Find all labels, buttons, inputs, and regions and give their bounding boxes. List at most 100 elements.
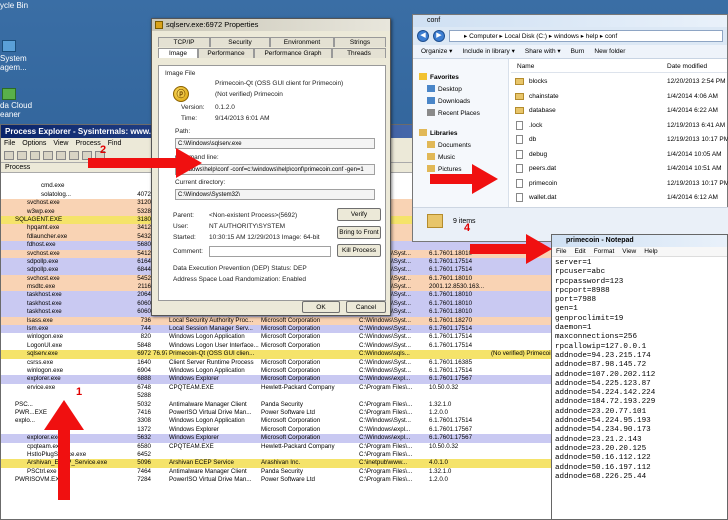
column-date-modified[interactable]: Date modified [667,61,707,73]
cell-company: Microsoft Corporation [261,333,321,341]
nav-downloads[interactable]: Downloads [427,97,470,105]
menu-view[interactable]: View [53,138,68,149]
notepad-menu-edit[interactable]: Edit [574,247,585,256]
table-row[interactable]: PWRISOVM.EXE 7284 PowerISO Virtual Drive M… [1,476,559,485]
table-row[interactable]: cpqteam.exe 6580 CPQTEAM.EXE Hewlett-Packar… [1,442,559,451]
cloud-cleaner-icon[interactable] [2,88,16,100]
cell-pid: 6888 [137,375,151,383]
share-with-button[interactable]: Share with ▾ [525,45,561,58]
command-line-field[interactable]: \windows\help\conf -conf=c:\windows\help… [175,164,375,175]
cell-version: 6.1.7601.18270 [429,316,473,324]
table-row[interactable]: 5288 [1,392,559,401]
refresh-icon[interactable] [17,151,27,160]
tab-tcpip[interactable]: TCP/IP [158,37,210,47]
cell-path: C:\Windows\Syst... [359,366,411,374]
nav-desktop[interactable]: Desktop [427,85,462,93]
nav-favorites[interactable]: Favorites [419,73,459,81]
tree-view-icon[interactable] [43,151,53,160]
options-icon[interactable] [56,151,66,160]
back-icon[interactable]: ◀ [417,30,429,42]
table-row[interactable]: LogonUI.exe 5848 Windows Logon User Interf… [1,341,559,351]
nav-recent-places[interactable]: Recent Places [427,109,480,117]
nav-libraries[interactable]: Libraries [419,129,457,137]
list-item[interactable]: chainstate 1/4/2014 4:06 AM [511,90,727,103]
list-item[interactable]: .lock 12/19/2013 6:41 AM [511,119,727,132]
list-item[interactable]: blocks 12/20/2013 2:54 PM [511,75,727,88]
table-row[interactable]: PWR...EXE 7416 PowerISO Virtual Drive Man.… [1,408,559,418]
cell-version: 6.1.7601.17514 [429,325,473,333]
tabs-row-2: Image Performance Performance Graph Thre… [158,48,386,58]
tab-environment[interactable]: Environment [270,37,334,47]
table-row[interactable]: explorer.exe 5632 Windows Explorer Microsof… [1,434,559,443]
notepad-text-area[interactable]: server=1 rpcuser=abc rpcpassword=123 rpcpor… [552,257,727,484]
burn-button[interactable]: Burn [571,45,585,58]
kill-process-icon[interactable] [69,151,79,160]
menu-process[interactable]: Process [75,138,100,149]
list-item[interactable]: db 12/19/2013 10:17 PM [511,133,728,146]
cell-version: 2001.12.8530.163... [429,283,485,291]
list-item[interactable]: peers.dat 1/4/2014 10:51 AM [511,162,727,175]
table-row[interactable]: lsass.exe 736 Local Security Authority Pro… [1,316,559,326]
nav-music[interactable]: Music [427,153,455,161]
desktop-label-cleaner[interactable]: eaner [0,110,20,119]
cancel-button[interactable]: Cancel [346,301,386,313]
list-item[interactable]: database 1/4/2014 6:22 AM [511,104,727,117]
new-folder-button[interactable]: New folder [594,45,625,58]
table-row[interactable]: Arshivan_ECEP_Service.exe5096Arshivan EC… [1,459,559,468]
nav-pictures[interactable]: Pictures [427,165,461,173]
tab-performance[interactable]: Performance [198,48,254,58]
list-item[interactable]: debug 1/4/2014 10:05 AM [511,148,727,161]
current-directory-field[interactable]: C:\Windows\System32\ [175,189,375,200]
cell-version: 1.32.1.0 [429,467,452,475]
notepad-title-text: primecoin - Notepad [566,237,634,244]
table-row[interactable]: PSC... 5032 Antimalware Manager Client Pand… [1,400,559,409]
list-item[interactable]: wallet.dat 1/4/2014 6:12 AM [511,191,727,204]
nav-documents[interactable]: Documents [427,141,471,149]
organize-button[interactable]: Organize ▾ [421,45,452,58]
desktop-label-manager[interactable]: agem... [0,63,27,72]
save-icon[interactable] [4,151,14,160]
cell-desc: Local Session Manager Serv... [169,325,253,333]
system-info-icon[interactable] [30,151,40,160]
list-item[interactable]: primecoin 12/19/2013 10:17 PM [511,177,728,190]
table-row[interactable]: 1372 Windows Explorer Microsoft Corporatio… [1,425,559,435]
tab-performance-graph[interactable]: Performance Graph [254,48,332,58]
table-row[interactable]: ervice.exe 6748 CPQTEAM.EXE Hewlett-Packard… [1,383,559,393]
table-row[interactable]: HstIoPlugService.exe 6452 C:\Program Files… [1,450,559,460]
table-row[interactable]: sqlserv.exe 6972 76.97 Primecoin-Qt (OSS GU… [1,350,559,359]
menu-options[interactable]: Options [22,138,46,149]
notepad-menu-file[interactable]: File [556,247,566,256]
comment-input[interactable] [209,246,331,257]
tab-security[interactable]: Security [210,37,270,47]
column-name[interactable]: Name [517,61,534,73]
bring-to-front-button[interactable]: Bring to Front [337,226,381,239]
forward-icon[interactable]: ▶ [433,30,445,42]
table-row[interactable]: explo... 3308 Windows Logon Application Mic… [1,417,559,426]
tab-threads[interactable]: Threads [332,48,386,58]
system-manager-icon[interactable] [2,40,16,52]
table-row[interactable]: csrss.exe 1640 Client Server Runtime Proce… [1,358,559,367]
table-row[interactable]: lsm.exe 744 Local Session Manager Serv... M… [1,325,559,334]
desktop-label-system[interactable]: System [0,54,27,63]
include-library-button[interactable]: Include in library ▾ [462,45,514,58]
path-field[interactable]: C:\Windows\sqlserv.exe [175,138,375,149]
menu-file[interactable]: File [4,138,15,149]
cell-name: LogonUI.exe [27,341,63,349]
notepad-menu-help[interactable]: Help [644,247,657,256]
tab-strings[interactable]: Strings [334,37,386,47]
table-row[interactable]: PSCtrl.exe 7464 Antimalware Manager Client… [1,467,559,477]
table-row[interactable]: explorer.exe 6888 Windows Explorer Microsof… [1,375,559,384]
ok-button[interactable]: OK [302,301,340,313]
table-row[interactable]: winlogon.exe 6904 Windows Logon Applicatio… [1,366,559,376]
verify-button[interactable]: Verify [337,208,381,221]
tab-image[interactable]: Image [158,48,198,58]
desktop-label-cloud[interactable]: da Cloud [0,101,32,110]
text-line: addnode=87.98.145.72 [555,361,647,370]
menu-find[interactable]: Find [108,138,122,149]
address-input[interactable]: ▸ Computer ▸ Local Disk (C:) ▸ windows ▸… [449,30,723,42]
table-row[interactable]: winlogon.exe 820 Windows Logon Application… [1,333,559,342]
notepad-menu-view[interactable]: View [622,247,636,256]
notepad-menu-format[interactable]: Format [594,247,615,256]
desktop-label-recycle-bin[interactable]: ycle Bin [0,1,28,10]
kill-process-button[interactable]: Kill Process [337,244,381,257]
